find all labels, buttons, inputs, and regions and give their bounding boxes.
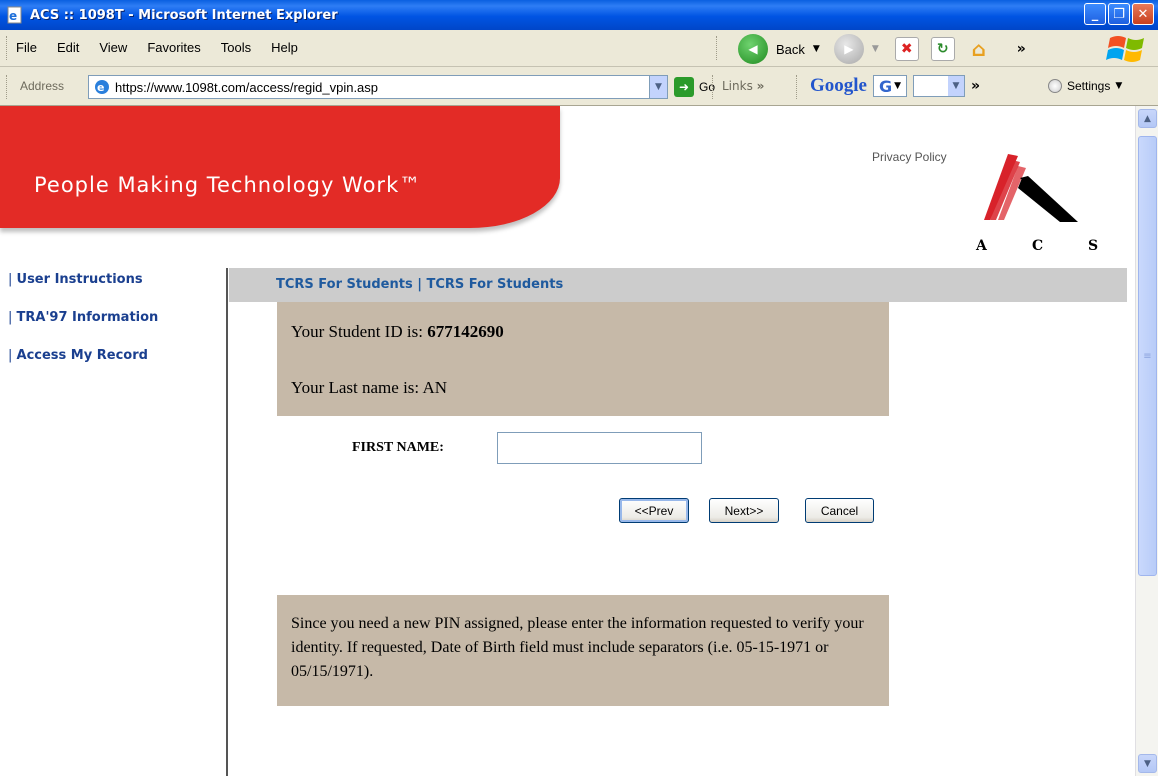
menu-file[interactable]: File bbox=[16, 40, 37, 55]
address-bar: Address e https://www.1098t.com/access/r… bbox=[0, 67, 1158, 106]
links-overflow-icon: » bbox=[756, 79, 765, 93]
stop-icon[interactable]: ✖ bbox=[894, 37, 919, 61]
first-name-label: FIRST NAME: bbox=[352, 440, 444, 455]
breadcrumb-bar: TCRS For Students | TCRS For Students bbox=[229, 268, 1127, 302]
back-arrow-icon[interactable]: ◀ bbox=[738, 34, 768, 64]
links-label: Links bbox=[722, 79, 753, 93]
toolbar-grip[interactable] bbox=[796, 75, 799, 99]
scroll-down-icon[interactable]: ▼ bbox=[1138, 754, 1157, 773]
student-id-prefix: Your Student ID is: bbox=[291, 322, 423, 341]
window-title: ACS :: 1098T - Microsoft Internet Explor… bbox=[30, 7, 338, 23]
site-slogan: People Making Technology Work™ bbox=[34, 173, 422, 197]
acs-logo-letter-a: A bbox=[976, 238, 987, 254]
home-icon[interactable]: ⌂ bbox=[967, 37, 991, 61]
scroll-thumb[interactable]: ≡ bbox=[1138, 136, 1157, 576]
google-g-icon: G bbox=[878, 76, 893, 96]
toolbar-overflow-icon[interactable]: » bbox=[1017, 41, 1026, 57]
nav-user-instructions[interactable]: User Instructions bbox=[8, 272, 143, 287]
privacy-policy-link[interactable]: Privacy Policy bbox=[872, 150, 947, 164]
links-toolbar[interactable]: Links » bbox=[722, 79, 764, 93]
ie-page-icon: e bbox=[93, 78, 111, 96]
toolbar-grip[interactable] bbox=[716, 36, 719, 60]
google-logo[interactable]: Google bbox=[810, 75, 867, 97]
cancel-button[interactable]: Cancel bbox=[805, 498, 874, 523]
forward-arrow-icon[interactable]: ▶ bbox=[833, 34, 864, 64]
address-field[interactable]: e https://www.1098t.com/access/regid_vpi… bbox=[88, 75, 668, 99]
minimize-button[interactable]: _ bbox=[1084, 3, 1106, 25]
breadcrumb: TCRS For Students | TCRS For Students bbox=[276, 277, 564, 292]
help-text: Since you need a new PIN assigned, pleas… bbox=[291, 615, 864, 680]
student-id-line: Your Student ID is: 677142690 bbox=[291, 322, 504, 342]
left-nav: User Instructions TRA'97 Information Acc… bbox=[0, 268, 228, 776]
svg-text:e: e bbox=[9, 9, 17, 23]
address-dropdown-icon[interactable]: ▼ bbox=[649, 76, 667, 98]
last-name-line: Your Last name is: AN bbox=[291, 378, 447, 398]
menu-edit[interactable]: Edit bbox=[57, 40, 79, 55]
student-id-value: 677142690 bbox=[427, 322, 504, 341]
header-banner bbox=[0, 106, 560, 228]
back-dropdown-icon[interactable]: ▼ bbox=[813, 44, 820, 54]
address-url[interactable]: https://www.1098t.com/access/regid_vpin.… bbox=[115, 80, 378, 95]
toolbar-grip[interactable] bbox=[712, 75, 715, 99]
menu-favorites[interactable]: Favorites bbox=[147, 40, 200, 55]
first-name-input[interactable] bbox=[497, 432, 702, 464]
go-button[interactable]: ➜ Go bbox=[674, 77, 715, 97]
google-overflow-icon[interactable]: » bbox=[971, 78, 980, 94]
forward-dropdown-icon[interactable]: ▼ bbox=[872, 44, 879, 54]
last-name-prefix: Your Last name is: bbox=[291, 378, 420, 397]
window-title-bar: e ACS :: 1098T - Microsoft Internet Expl… bbox=[0, 0, 1158, 30]
menu-help[interactable]: Help bbox=[271, 40, 298, 55]
refresh-icon[interactable]: ↻ bbox=[930, 37, 955, 61]
settings-button[interactable]: Settings ▼ bbox=[1048, 79, 1122, 93]
acs-logo-letter-s: S bbox=[1088, 238, 1099, 254]
student-info-box: Your Student ID is: 677142690 Your Last … bbox=[277, 302, 889, 416]
nav-tra97-information[interactable]: TRA'97 Information bbox=[8, 310, 159, 325]
acs-logo: A C S bbox=[966, 148, 1108, 266]
help-text-box: Since you need a new PIN assigned, pleas… bbox=[277, 595, 889, 706]
back-button-label[interactable]: Back bbox=[776, 42, 805, 57]
settings-label: Settings bbox=[1067, 79, 1111, 93]
menu-view[interactable]: View bbox=[99, 40, 127, 55]
svg-text:e: e bbox=[97, 81, 104, 94]
toolbar-grip[interactable] bbox=[6, 75, 9, 99]
toolbar-grip[interactable] bbox=[6, 36, 9, 60]
ie-page-icon: e bbox=[6, 6, 24, 24]
close-button[interactable]: ✕ bbox=[1132, 3, 1154, 25]
google-toolbar: Google G ▼ ▼ » bbox=[810, 75, 980, 97]
acs-logo-letter-c: C bbox=[1032, 238, 1044, 254]
vertical-scrollbar[interactable]: ▲ ≡ ▼ bbox=[1135, 106, 1158, 776]
page-viewport: People Making Technology Work™ Privacy P… bbox=[0, 106, 1135, 776]
maximize-button[interactable]: ❐ bbox=[1108, 3, 1130, 25]
menu-tools[interactable]: Tools bbox=[221, 40, 251, 55]
google-search-menu[interactable]: G ▼ bbox=[873, 75, 907, 97]
address-label: Address bbox=[20, 79, 65, 93]
google-search-input[interactable]: ▼ bbox=[913, 75, 965, 97]
nav-access-my-record[interactable]: Access My Record bbox=[8, 348, 148, 363]
next-button[interactable]: Next>> bbox=[709, 498, 779, 523]
settings-icon bbox=[1048, 79, 1062, 93]
chevron-down-icon[interactable]: ▼ bbox=[948, 76, 964, 96]
scroll-up-icon[interactable]: ▲ bbox=[1138, 109, 1157, 128]
last-name-value: AN bbox=[422, 378, 448, 397]
menu-bar: File Edit View Favorites Tools Help ◀ Ba… bbox=[0, 30, 1158, 67]
go-arrow-icon: ➜ bbox=[674, 77, 694, 97]
windows-logo-icon bbox=[1106, 32, 1150, 66]
prev-button[interactable]: <<Prev bbox=[619, 498, 689, 523]
chevron-down-icon: ▼ bbox=[1115, 81, 1123, 91]
